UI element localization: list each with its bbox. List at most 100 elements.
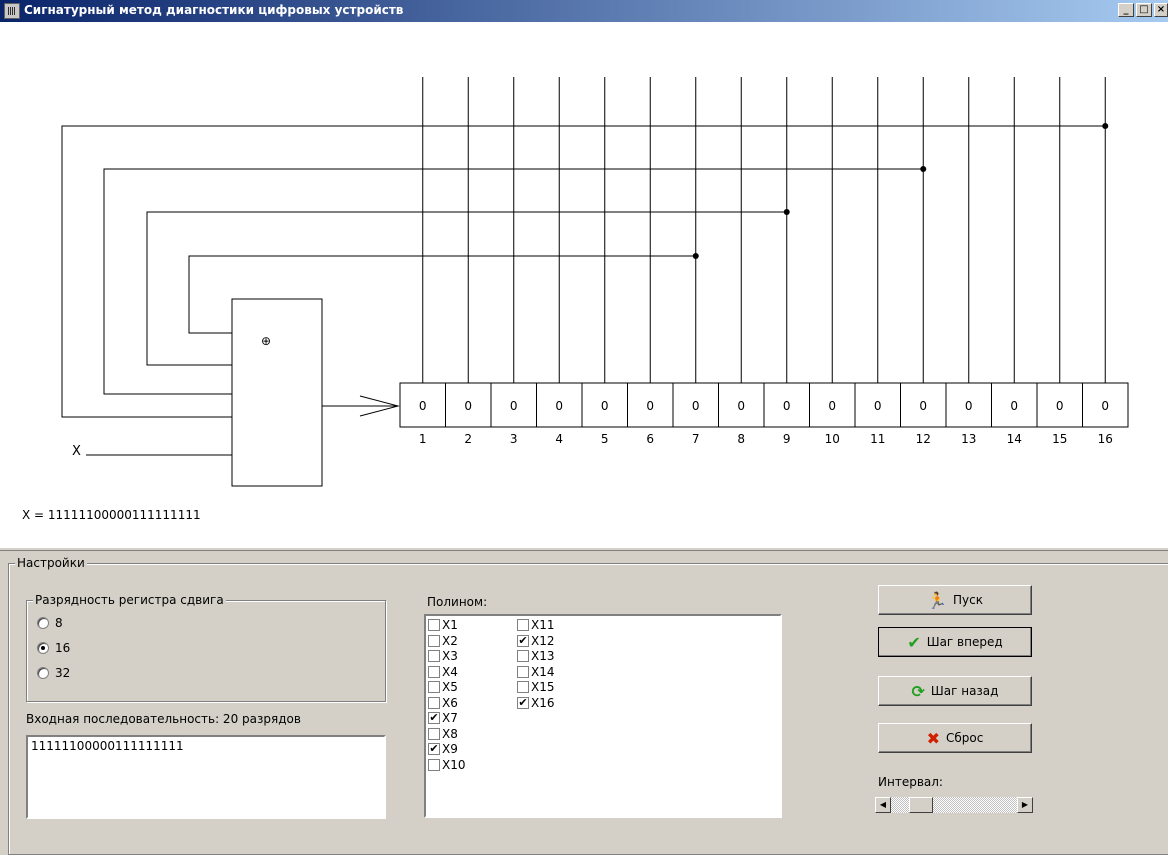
reset-button-label: Сброс [946, 731, 984, 745]
polynom-option-x15[interactable]: X15 [517, 680, 555, 694]
window-title: Сигнатурный метод диагностики цифровых у… [24, 3, 404, 17]
radio-label-32: 32 [55, 666, 71, 680]
register-index: 7 [692, 432, 700, 446]
start-button-label: Пуск [952, 593, 983, 607]
input-x-label: X [72, 444, 81, 459]
title-bar[interactable]: Сигнатурный метод диагностики цифровых у… [0, 0, 1168, 22]
register-value: 0 [737, 399, 745, 413]
register-index: 2 [464, 432, 472, 446]
radio-32[interactable]: 32 [37, 665, 70, 681]
register-index: 1 [419, 432, 427, 446]
checkbox-icon[interactable] [517, 681, 529, 693]
polynom-checklist[interactable]: X1 X2 X3 X4 X5 X6 ✔ X7 X8 ✔ X9 X10 X11 ✔ X12 X13 X14 X15 ✔… [424, 614, 782, 818]
close-button[interactable]: × [1154, 3, 1168, 17]
register-value: 0 [874, 399, 882, 413]
maximize-button[interactable]: □ [1136, 3, 1152, 17]
step-forward-button[interactable]: ✔ Шаг вперед [878, 627, 1032, 657]
checkbox-icon[interactable] [428, 681, 440, 693]
checkbox-icon[interactable] [428, 650, 440, 662]
polynom-option-label: X8 [442, 726, 458, 741]
minimize-button[interactable]: _ [1118, 3, 1134, 17]
radio-button-icon[interactable] [37, 642, 49, 654]
register-index: 4 [555, 432, 563, 446]
refresh-icon: ⟳ [911, 681, 925, 701]
checkbox-icon[interactable] [517, 650, 529, 662]
register-value: 0 [601, 399, 609, 413]
register-index: 11 [870, 432, 885, 446]
radio-16[interactable]: 16 [37, 640, 70, 656]
polynom-option-label: X5 [442, 680, 458, 694]
polynom-option-label: X13 [531, 649, 555, 663]
polynom-option-x2[interactable]: X2 [428, 634, 458, 648]
polynom-option-x16[interactable]: ✔ X16 [517, 696, 555, 710]
radio-8[interactable]: 8 [37, 615, 63, 631]
register-value: 0 [783, 399, 791, 413]
checkbox-icon[interactable] [517, 619, 529, 631]
polynom-option-label: X4 [442, 664, 458, 679]
start-button[interactable]: 🏃 Пуск [878, 585, 1032, 615]
xor-symbol-icon: ⊕ [261, 334, 271, 348]
step-back-button[interactable]: ⟳ Шаг назад [878, 676, 1032, 706]
checkbox-checked-icon[interactable]: ✔ [428, 712, 440, 724]
radio-button-icon[interactable] [37, 617, 49, 629]
polynom-option-x3[interactable]: X3 [428, 649, 458, 663]
splitter[interactable] [0, 547, 1168, 551]
polynom-option-label: X16 [531, 695, 555, 710]
reset-button[interactable]: ✖ Сброс [878, 723, 1032, 753]
polynom-option-x5[interactable]: X5 [428, 680, 458, 694]
scroll-thumb[interactable] [908, 797, 933, 813]
register-index: 5 [601, 432, 609, 446]
scroll-left-button[interactable]: ◀ [875, 797, 891, 813]
polynom-option-x10[interactable]: X10 [428, 758, 466, 772]
polynom-option-x13[interactable]: X13 [517, 649, 555, 663]
register-value: 0 [555, 399, 563, 413]
polynom-option-x11[interactable]: X11 [517, 618, 555, 632]
radio-button-icon[interactable] [37, 667, 49, 679]
checkbox-icon[interactable] [428, 619, 440, 631]
register-value: 0 [828, 399, 836, 413]
register-value: 0 [419, 399, 427, 413]
register-value: 0 [1010, 399, 1018, 413]
register-index: 6 [646, 432, 654, 446]
polynom-option-x7[interactable]: ✔ X7 [428, 711, 458, 725]
register-width-group: Разрядность регистра сдвига 8 16 32 [26, 593, 386, 702]
running-man-icon: 🏃 [927, 590, 947, 610]
register-index: 8 [737, 432, 745, 446]
polynom-option-x8[interactable]: X8 [428, 727, 458, 741]
polynom-option-x14[interactable]: X14 [517, 665, 555, 679]
polynom-option-x12[interactable]: ✔ X12 [517, 634, 555, 648]
scroll-right-button[interactable]: ▶ [1017, 797, 1033, 813]
checkbox-checked-icon[interactable]: ✔ [517, 634, 529, 647]
feedback-line [61, 125, 1106, 418]
checkmark-icon: ✔ [907, 632, 921, 652]
polynom-option-x6[interactable]: X6 [428, 696, 458, 710]
register-value: 0 [1056, 399, 1064, 413]
diagram-canvas: 0 1 0 2 0 3 0 4 0 5 0 6 0 7 0 8 0 9 0 10 0 11 0 12 0 13 0 14 0 15 0 16 ⊕… [0, 22, 1168, 547]
polynom-option-label: X12 [531, 633, 555, 648]
checkbox-icon[interactable] [428, 696, 440, 709]
interval-label: Интервал: [878, 775, 943, 789]
polynom-option-x4[interactable]: X4 [428, 665, 458, 679]
checkbox-icon[interactable] [428, 727, 440, 740]
tap-dot [1102, 123, 1109, 129]
checkbox-icon[interactable] [428, 665, 440, 678]
polynom-option-x1[interactable]: X1 [428, 618, 458, 632]
checkbox-checked-icon[interactable]: ✔ [517, 696, 529, 709]
xor-block [231, 298, 323, 487]
polynom-option-label: X9 [442, 742, 458, 756]
interval-scrollbar[interactable]: ◀ ▶ [874, 796, 1034, 814]
polynom-option-x9[interactable]: ✔ X9 [428, 742, 458, 756]
register-index: 3 [510, 432, 518, 446]
tap-dot [920, 166, 927, 172]
input-sequence-label: Входная последовательность: 20 разрядов [26, 712, 301, 726]
polynom-option-label: X3 [442, 649, 458, 663]
checkbox-checked-icon[interactable]: ✔ [428, 743, 440, 755]
polynom-option-label: X7 [442, 711, 458, 725]
input-sequence-field[interactable]: 11111100000111111111 [26, 735, 386, 819]
checkbox-icon[interactable] [428, 634, 440, 647]
polynom-option-label: X1 [442, 618, 458, 632]
register-value: 0 [965, 399, 973, 413]
checkbox-icon[interactable] [428, 758, 440, 771]
checkbox-icon[interactable] [517, 665, 529, 678]
register-width-legend: Разрядность регистра сдвига [33, 593, 226, 607]
